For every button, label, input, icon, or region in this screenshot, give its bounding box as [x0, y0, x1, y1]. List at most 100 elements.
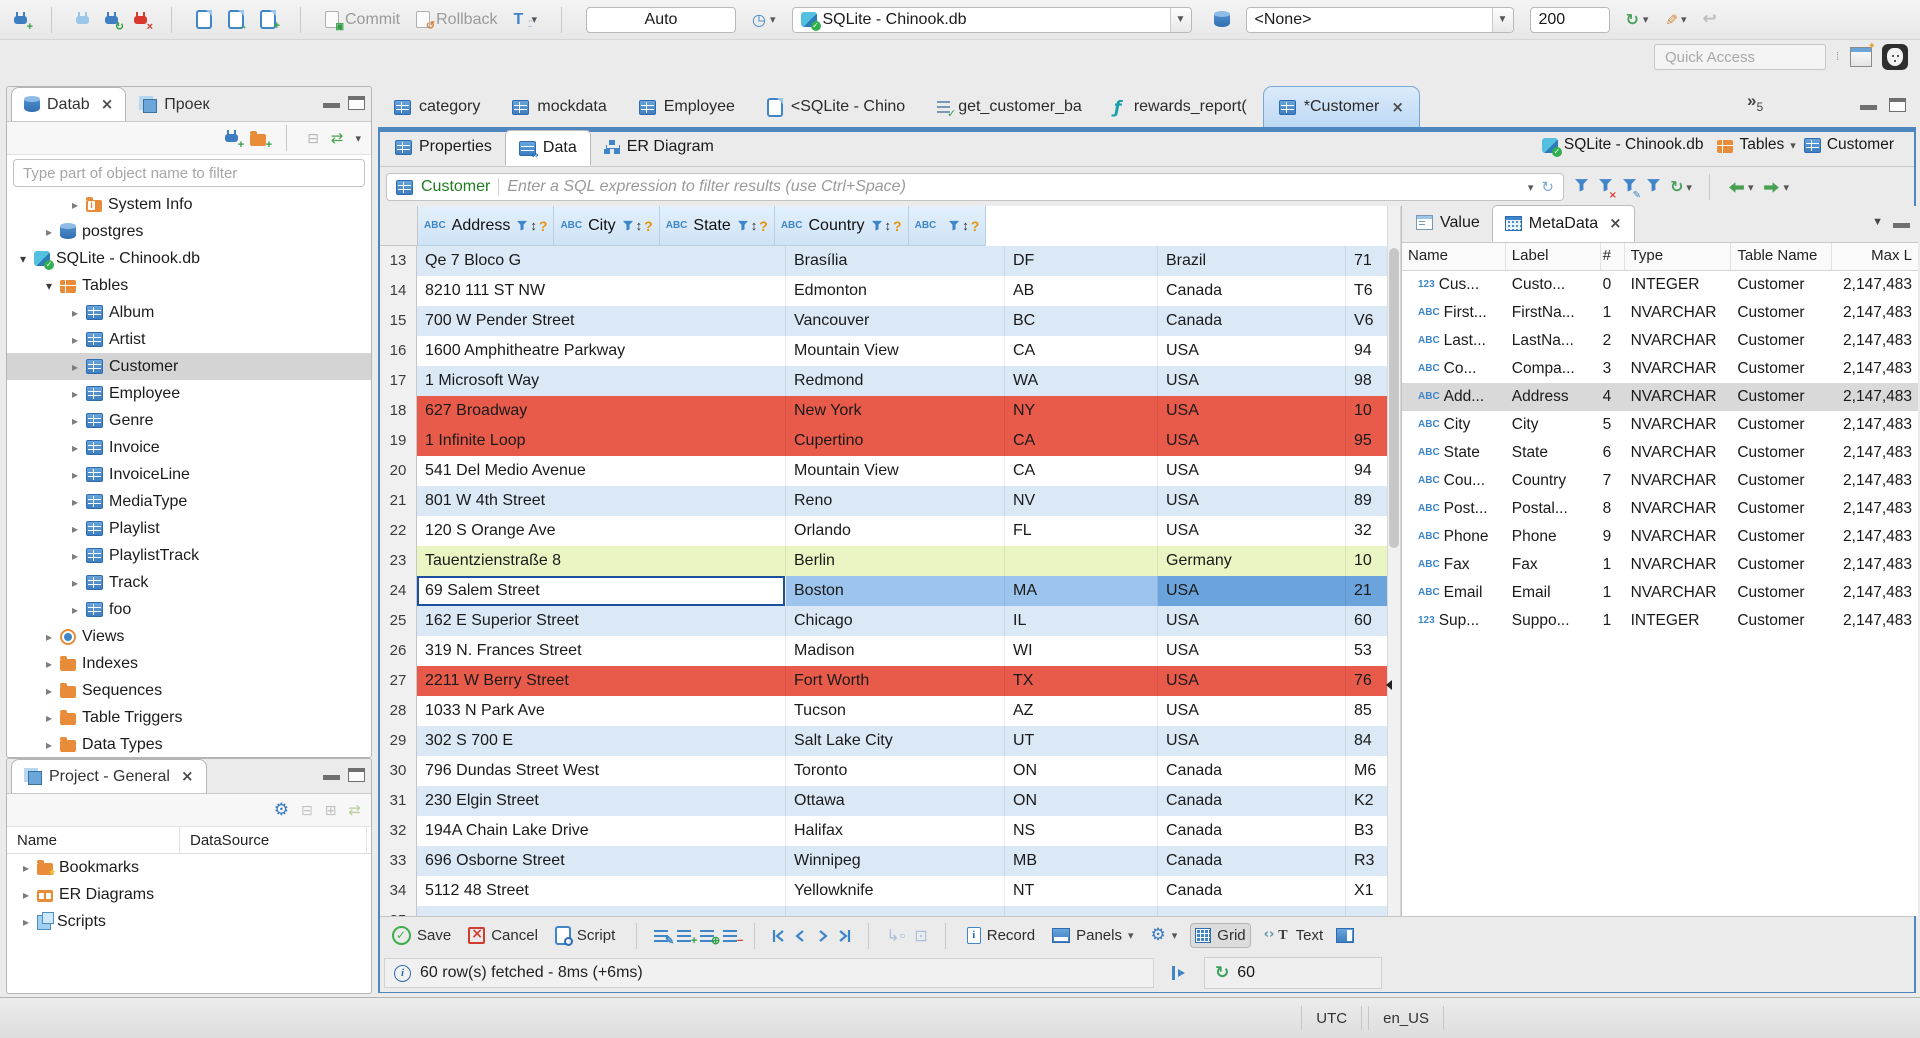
metadata-row[interactable]: ABC Cou... Country 7 NVARCHAR Customer 2,…	[1402, 467, 1918, 495]
cell-state[interactable]: ON	[1005, 786, 1158, 816]
column-header-datasource[interactable]: DataSource	[180, 827, 367, 853]
row-number[interactable]: 21	[380, 486, 417, 516]
metadata-row[interactable]: ABC Last... LastNa... 2 NVARCHAR Customer…	[1402, 327, 1918, 355]
cell-state[interactable]: WI	[1005, 636, 1158, 666]
grid-row[interactable]: 33 696 Osborne Street Winnipeg MB Canada…	[380, 846, 1387, 876]
tree-item[interactable]: ▸ Track	[7, 569, 371, 596]
refresh-button[interactable]: ↻ ▾	[1626, 11, 1649, 28]
cell-postal[interactable]: T6	[1346, 276, 1387, 306]
close-icon[interactable]: ×	[101, 97, 114, 112]
cell-address[interactable]: 627 Broadway	[417, 396, 786, 426]
cell-address[interactable]: Tauentzienstraße 8	[417, 546, 786, 576]
cell-postal[interactable]: K2	[1346, 786, 1387, 816]
cell-state[interactable]: CA	[1005, 456, 1158, 486]
grid-row[interactable]: 19 1 Infinite Loop Cupertino CA USA 95	[380, 426, 1387, 456]
expand-arrow-icon[interactable]: ▸	[72, 468, 86, 482]
tab-overflow-button[interactable]: » 5	[1747, 92, 1763, 114]
cell-country[interactable]: USA	[1158, 336, 1346, 366]
cell-state[interactable]: MA	[1005, 576, 1158, 606]
cell-country[interactable]: Canada	[1158, 756, 1346, 786]
cell-city[interactable]: Orlando	[786, 516, 1005, 546]
tree-item[interactable]: ▸ foo	[7, 596, 371, 623]
expand-arrow-icon[interactable]: ▸	[72, 333, 86, 347]
cell-postal[interactable]: 53	[1346, 636, 1387, 666]
cell-country[interactable]: Canada	[1158, 846, 1346, 876]
cell-postal[interactable]: 98	[1346, 366, 1387, 396]
cell-postal[interactable]: 10	[1346, 546, 1387, 576]
tree-item[interactable]: ▸ Views	[7, 623, 371, 650]
script-button[interactable]: Script	[551, 923, 619, 948]
expand-arrow-icon[interactable]: ▸	[72, 414, 86, 428]
project-item[interactable]: ▸ Scripts	[7, 908, 371, 935]
cell-postal[interactable]: X1	[1346, 876, 1387, 906]
grid-row[interactable]: 21 801 W 4th Street Reno NV USA 89	[380, 486, 1387, 516]
cell-country[interactable]: USA	[1158, 486, 1346, 516]
tree-item[interactable]: ▸ PlaylistTrack	[7, 542, 371, 569]
cell-state[interactable]: AZ	[1005, 696, 1158, 726]
save-filter-icon[interactable]	[1646, 178, 1661, 197]
grid-row[interactable]: 14 8210 111 ST NW Edmonton AB Canada T6	[380, 276, 1387, 306]
cell-country[interactable]: USA	[1158, 636, 1346, 666]
cell-city[interactable]: Boston	[786, 576, 1005, 606]
new-folder-icon[interactable]: +	[250, 130, 272, 150]
cell-address[interactable]: 801 W 4th Street	[417, 486, 786, 516]
row-number[interactable]: 16	[380, 336, 417, 366]
tree-item[interactable]: ▸ Album	[7, 299, 371, 326]
col-max-length[interactable]: Max L	[1832, 243, 1918, 270]
row-number[interactable]: 29	[380, 726, 417, 756]
metadata-row[interactable]: ABC Co... Compa... 3 NVARCHAR Customer 2,…	[1402, 355, 1918, 383]
cell-country[interactable]: USA	[1158, 576, 1346, 606]
cell-state[interactable]: IL	[1005, 606, 1158, 636]
row-number[interactable]: 24	[380, 576, 417, 606]
timezone-indicator[interactable]: UTC	[1301, 1006, 1363, 1030]
cell-postal[interactable]: M6	[1346, 756, 1387, 786]
duplicate-row-icon[interactable]: ⊕	[700, 929, 720, 946]
tree-item[interactable]: ▸ postgres	[7, 218, 371, 245]
cell-address[interactable]: 162 E Superior Street	[417, 606, 786, 636]
editor-tab[interactable]: category ×	[378, 86, 496, 127]
cell-address[interactable]: 1033 N Park Ave	[417, 696, 786, 726]
cell-state[interactable]: CA	[1005, 426, 1158, 456]
metadata-row[interactable]: ABC State State 6 NVARCHAR Customer 2,147…	[1402, 439, 1918, 467]
cell-city[interactable]: Reno	[786, 486, 1005, 516]
row-number[interactable]: 31	[380, 786, 417, 816]
cell-address[interactable]: 796 Dundas Street West	[417, 756, 786, 786]
maximize-icon[interactable]	[348, 96, 365, 110]
settings-button[interactable]: ⚙ ▾	[1147, 924, 1182, 947]
disconnect-icon[interactable]: ×	[134, 11, 153, 32]
grid-row[interactable]: 17 1 Microsoft Way Redmond WA USA 98	[380, 366, 1387, 396]
row-number[interactable]: 28	[380, 696, 417, 726]
row-number[interactable]: 23	[380, 546, 417, 576]
expand-arrow-icon[interactable]: ▸	[46, 225, 60, 239]
cell-country[interactable]: USA	[1158, 666, 1346, 696]
cell-city[interactable]: Tucson	[786, 696, 1005, 726]
expand-all-icon[interactable]: ⊞	[325, 802, 337, 819]
metadata-row[interactable]: ABC Post... Postal... 8 NVARCHAR Customer…	[1402, 495, 1918, 523]
dbeaver-perspective-icon[interactable]	[1882, 44, 1908, 70]
next-row-icon[interactable]	[816, 929, 829, 943]
cell-state[interactable]: WA	[1005, 366, 1158, 396]
breadcrumb-item[interactable]: SQLite - Chinook.db	[1541, 136, 1710, 157]
cell-country[interactable]: Canada	[1158, 786, 1346, 816]
view-menu-icon[interactable]: ▾	[355, 132, 361, 145]
column-header-name[interactable]: Name	[7, 827, 180, 853]
cell-address[interactable]: 1 Microsoft Way	[417, 366, 786, 396]
row-number[interactable]: 26	[380, 636, 417, 666]
metadata-row[interactable]: ABC Fax Fax 1 NVARCHAR Customer 2,147,483	[1402, 551, 1918, 579]
expand-arrow-icon[interactable]: ▸	[72, 441, 86, 455]
cell-state[interactable]: AB	[1005, 276, 1158, 306]
metadata-row[interactable]: 123 Cus... Custo... 0 INTEGER Customer 2,…	[1402, 271, 1918, 299]
column-filter-widget[interactable]: ↕ ?	[516, 218, 547, 234]
cell-postal[interactable]: 21	[1346, 576, 1387, 606]
locale-indicator[interactable]: en_US	[1368, 1006, 1444, 1030]
navigator-filter-input[interactable]: Type part of object name to filter	[13, 159, 365, 187]
panels-button[interactable]: Panels ▾	[1048, 924, 1137, 947]
grid-row[interactable]: 15 700 W Pender Street Vancouver BC Cana…	[380, 306, 1387, 336]
expand-arrow-icon[interactable]: ▸	[46, 711, 60, 725]
cell-state[interactable]	[1005, 906, 1158, 916]
expand-arrow-icon[interactable]: ▸	[72, 495, 86, 509]
cell-city[interactable]: Cupertino	[786, 426, 1005, 456]
tree-item[interactable]: ▸ Customer	[7, 353, 371, 380]
cell-state[interactable]: NT	[1005, 876, 1158, 906]
grid-row[interactable]: 20 541 Del Medio Avenue Mountain View CA…	[380, 456, 1387, 486]
